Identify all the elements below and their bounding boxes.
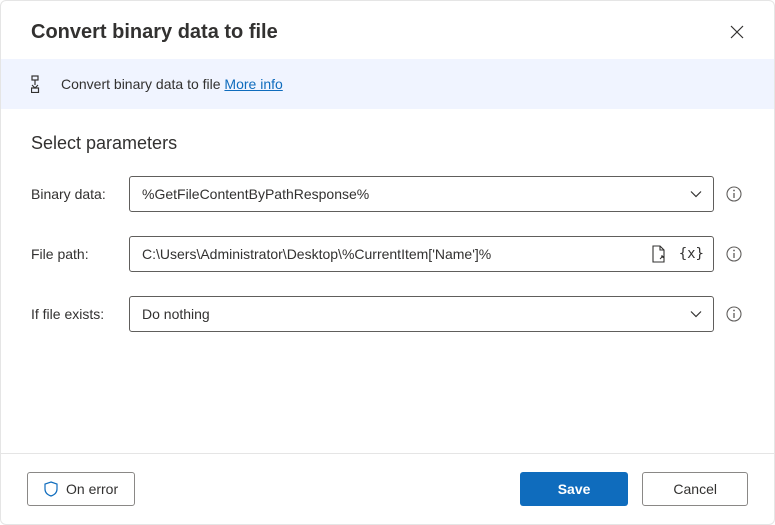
binary-data-select-wrap: %GetFileContentByPathResponse% — [129, 176, 714, 212]
label-binary-data: Binary data: — [31, 186, 119, 202]
dialog: Convert binary data to file Convert bina… — [0, 0, 775, 525]
info-icon-if-file-exists[interactable] — [724, 304, 744, 324]
on-error-button[interactable]: On error — [27, 472, 135, 506]
shield-icon — [44, 481, 58, 497]
close-icon — [730, 25, 744, 39]
file-picker-button[interactable] — [649, 243, 669, 265]
section-title: Select parameters — [31, 133, 744, 154]
row-binary-data: Binary data: %GetFileContentByPathRespon… — [31, 176, 744, 212]
dialog-title: Convert binary data to file — [31, 21, 278, 44]
file-path-input[interactable] — [129, 236, 714, 272]
more-info-link[interactable]: More info — [224, 76, 282, 92]
row-file-path: File path: {x} — [31, 236, 744, 272]
variable-picker-button[interactable]: {x} — [677, 244, 706, 264]
info-icon-file-path[interactable] — [724, 244, 744, 264]
info-icon-binary-data[interactable] — [724, 184, 744, 204]
file-path-input-wrap: {x} — [129, 236, 714, 272]
banner-text: Convert binary data to file — [61, 76, 221, 92]
file-icon — [651, 245, 667, 263]
row-if-file-exists: If file exists: Do nothing — [31, 296, 744, 332]
label-if-file-exists: If file exists: — [31, 306, 119, 322]
binary-data-select[interactable]: %GetFileContentByPathResponse% — [129, 176, 714, 212]
dialog-header: Convert binary data to file — [1, 1, 774, 59]
footer-right: Save Cancel — [520, 472, 748, 506]
cancel-button[interactable]: Cancel — [642, 472, 748, 506]
variable-icon: {x} — [679, 246, 704, 262]
banner-text-container: Convert binary data to file More info — [61, 76, 283, 92]
label-file-path: File path: — [31, 246, 119, 262]
convert-file-icon — [31, 75, 47, 93]
info-banner: Convert binary data to file More info — [1, 59, 774, 109]
content-area: Select parameters Binary data: %GetFileC… — [1, 109, 774, 453]
if-file-exists-select-wrap: Do nothing — [129, 296, 714, 332]
if-file-exists-select[interactable]: Do nothing — [129, 296, 714, 332]
dialog-footer: On error Save Cancel — [1, 453, 774, 524]
on-error-label: On error — [66, 481, 118, 497]
close-button[interactable] — [724, 19, 750, 45]
save-button[interactable]: Save — [520, 472, 629, 506]
